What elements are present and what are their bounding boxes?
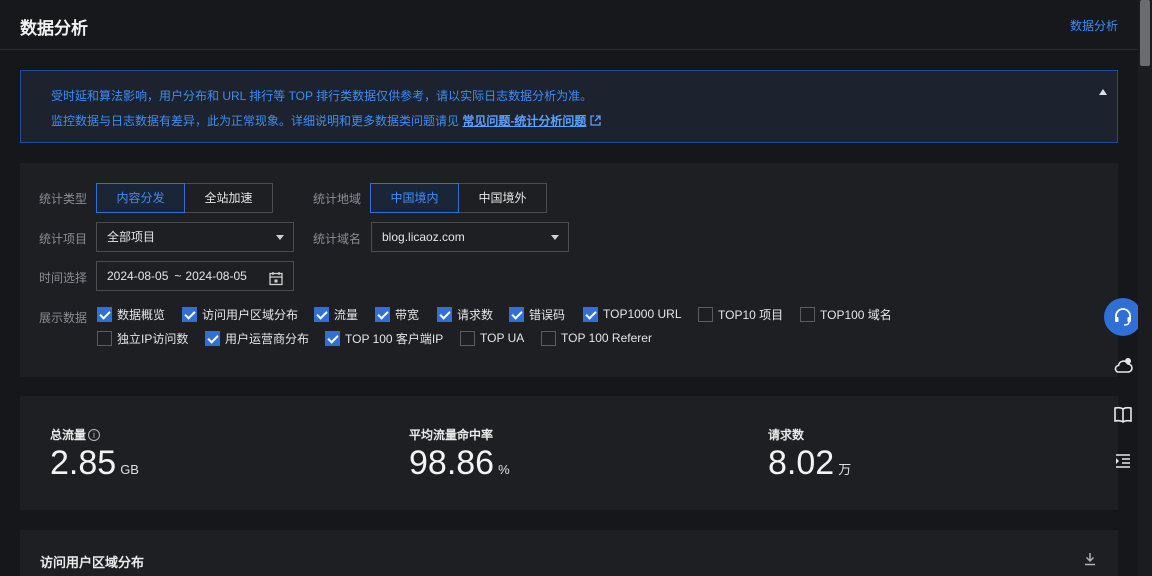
checkbox-top1000-url[interactable]: TOP1000 URL [583,306,682,322]
stat-type-option-dcdn[interactable]: 全站加速 [185,183,273,213]
stat-label: 请求数 [768,428,805,442]
checkbox-label: TOP 100 客户端IP [345,331,444,346]
header-link[interactable]: 数据分析 [1070,17,1118,34]
checkbox-top10-project[interactable]: TOP10 项目 [698,306,783,322]
checkbox-top100-domain[interactable]: TOP100 域名 [800,306,892,322]
domain-select[interactable]: blog.licaoz.com [371,222,569,252]
checkbox-unchecked[interactable] [541,330,556,346]
stat-value: 2.85 [50,444,117,482]
checkbox-isp[interactable]: 用户运营商分布 [205,330,309,346]
checkbox-unchecked[interactable] [800,306,815,322]
checkbox-checked[interactable] [325,330,340,346]
checkbox-requests[interactable]: 请求数 [437,306,493,322]
region-distribution-section: 访问用户区域分布 [20,530,1118,576]
checkbox-user-region[interactable]: 访问用户区域分布 [182,306,298,322]
checkbox-label: 请求数 [457,307,494,322]
checkbox-checked[interactable] [97,306,112,322]
date-start: 2024-08-05 [107,269,169,283]
stat-label: 平均流量命中率 [409,428,494,442]
notice-line-2-text: 监控数据与日志数据有差异，此为正常现象。详细说明和更多数据类问题请见 [51,114,460,128]
checkbox-top100-referer[interactable]: TOP 100 Referer [541,330,652,346]
collapse-up-icon[interactable] [1099,89,1107,95]
region-option-overseas[interactable]: 中国境外 [459,183,547,213]
checkbox-unique-ip[interactable]: 独立IP访问数 [97,330,188,346]
checkbox-error-codes[interactable]: 错误码 [509,306,565,322]
chevron-down-icon [551,235,559,240]
checkbox-label: 流量 [334,307,359,322]
scrollbar[interactable] [1138,0,1152,576]
stat-unit: 万 [838,462,852,477]
checkbox-checked[interactable] [583,306,598,322]
region-option-domestic[interactable]: 中国境内 [370,183,459,213]
external-link-icon[interactable] [590,115,602,129]
list-icon[interactable] [1104,442,1142,480]
book-icon[interactable] [1104,396,1142,434]
stat-type-option-cdn[interactable]: 内容分发 [96,183,185,213]
project-select-value: 全部项目 [107,230,156,244]
notice-line-2: 监控数据与日志数据有差异，此为正常现象。详细说明和更多数据类问题请见 常见问题-… [51,112,602,129]
checkbox-overview[interactable]: 数据概览 [97,306,165,322]
stat-total-traffic: 总流量 i 2.85 GB [50,426,139,483]
stat-unit: % [498,462,510,477]
stat-value: 98.86 [409,444,495,482]
checkbox-unchecked[interactable] [698,306,713,322]
checkbox-label: TOP 100 Referer [561,331,652,345]
time-label: 时间选择 [39,271,88,285]
checkbox-checked[interactable] [375,306,390,322]
checkbox-label: 访问用户区域分布 [202,307,299,322]
checkbox-label: 数据概览 [117,307,166,322]
checkbox-label: 用户运营商分布 [225,331,310,346]
checkbox-top-ua[interactable]: TOP UA [460,330,524,346]
info-icon[interactable]: i [88,428,101,441]
calendar-icon [269,268,283,296]
checkbox-checked[interactable] [509,306,524,322]
checkbox-bandwidth[interactable]: 带宽 [375,306,419,322]
checkbox-checked[interactable] [437,306,452,322]
download-icon[interactable] [1084,552,1096,571]
notice-banner: 受时延和算法影响，用户分布和 URL 排行等 TOP 排行类数据仅供参考，请以实… [20,70,1118,143]
stat-value: 8.02 [768,444,835,482]
checkbox-checked[interactable] [314,306,329,322]
checkbox-label: 错误码 [529,307,566,322]
stats-overview: 总流量 i 2.85 GB 平均流量命中率 98.86% 请求数 8.02 万 [20,396,1118,510]
date-separator: ~ [174,269,182,283]
stat-label: 总流量 [50,428,87,442]
faq-link[interactable]: 常见问题-统计分析问题 [462,114,586,128]
checkbox-unchecked[interactable] [460,330,475,346]
stat-hit-rate: 平均流量命中率 98.86% [409,426,510,483]
checkbox-label: TOP UA [480,331,525,345]
domain-select-value: blog.licaoz.com [382,230,465,244]
project-label: 统计项目 [39,232,88,246]
domain-label: 统计域名 [313,232,362,246]
chevron-down-icon [276,235,284,240]
checkbox-label: TOP100 域名 [820,307,892,322]
stat-unit: GB [120,462,139,477]
checkbox-label: TOP10 项目 [718,307,784,322]
date-range-picker[interactable]: 2024-08-05 ~2024-08-05 [96,261,294,291]
stat-type-label: 统计类型 [39,192,88,206]
project-select[interactable]: 全部项目 [96,222,294,252]
page-header: 数据分析 数据分析 [0,0,1138,50]
region-label: 统计地域 [313,192,362,206]
stat-type-segmented: 内容分发 全站加速 [96,183,273,213]
checkbox-label: 独立IP访问数 [117,331,189,346]
headset-icon[interactable] [1104,298,1142,336]
region-segmented: 中国境内 中国境外 [370,183,547,213]
checkbox-label: TOP1000 URL [603,307,682,321]
checkbox-checked[interactable] [205,330,220,346]
filter-panel: 统计类型 内容分发 全站加速 统计地域 中国境内 中国境外 统计项目 全部项目 … [20,163,1118,377]
checkbox-unchecked[interactable] [97,330,112,346]
stat-requests: 请求数 8.02 万 [768,426,851,483]
checkbox-label: 带宽 [395,307,420,322]
notice-line-1: 受时延和算法影响，用户分布和 URL 排行等 TOP 排行类数据仅供参考，请以实… [51,89,593,103]
display-label: 展示数据 [39,311,88,325]
section-title: 访问用户区域分布 [40,555,145,570]
cloud-icon[interactable] [1104,347,1142,385]
checkbox-checked[interactable] [182,306,197,322]
scrollbar-thumb[interactable] [1140,0,1150,66]
checkbox-top100-client-ip[interactable]: TOP 100 客户端IP [325,330,443,346]
checkbox-traffic[interactable]: 流量 [314,306,358,322]
page-title: 数据分析 [20,19,88,38]
date-end: 2024-08-05 [185,269,247,283]
